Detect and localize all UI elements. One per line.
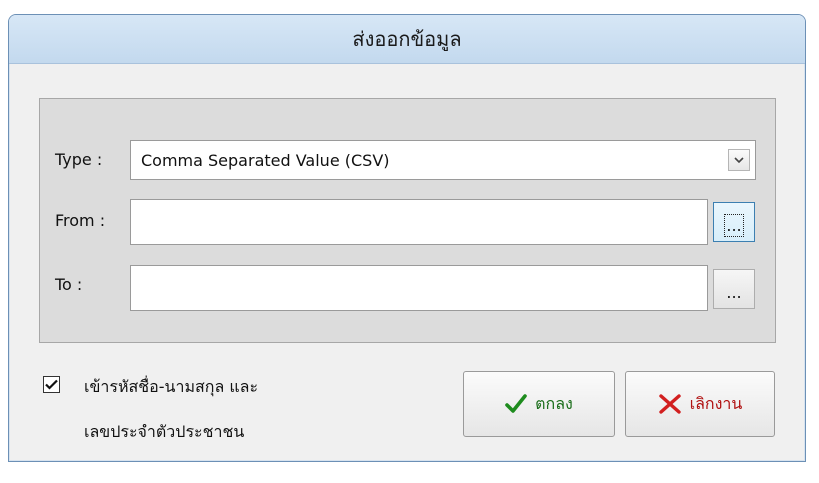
window-title: ส่งออกข้อมูล [352, 27, 462, 51]
type-select[interactable]: Comma Separated Value (CSV) [130, 140, 756, 180]
from-browse-button[interactable]: ... [713, 202, 755, 242]
include-ids-label-line1: เข้ารหัสชื่อ-นามสกุล และ [84, 377, 259, 396]
include-ids-label-line2: เลขประจำตัวประชาชน [84, 422, 245, 441]
cancel-button[interactable]: เลิกงาน [625, 371, 775, 437]
ok-button-label: ตกลง [535, 393, 573, 413]
type-label: Type : [55, 150, 103, 169]
check-icon [505, 394, 527, 413]
type-select-value: Comma Separated Value (CSV) [141, 151, 390, 170]
checkmark-icon [45, 379, 58, 390]
to-browse-label: ... [726, 282, 742, 302]
title-bar[interactable]: ส่งออกข้อมูล [9, 15, 805, 64]
cancel-button-label: เลิกงาน [689, 393, 743, 413]
from-field[interactable] [130, 199, 708, 245]
export-settings-group: Type : Comma Separated Value (CSV) From … [39, 98, 776, 343]
ok-button[interactable]: ตกลง [463, 371, 615, 437]
chevron-down-icon[interactable] [728, 149, 750, 171]
export-dialog: ส่งออกข้อมูล Type : Comma Separated Valu… [8, 14, 806, 462]
close-icon [658, 394, 681, 414]
from-label: From : [55, 211, 106, 230]
to-label: To : [55, 275, 83, 294]
to-field[interactable] [130, 265, 708, 311]
include-ids-checkbox[interactable] [43, 376, 60, 393]
to-browse-button[interactable]: ... [713, 269, 755, 309]
from-browse-label: ... [724, 213, 744, 237]
